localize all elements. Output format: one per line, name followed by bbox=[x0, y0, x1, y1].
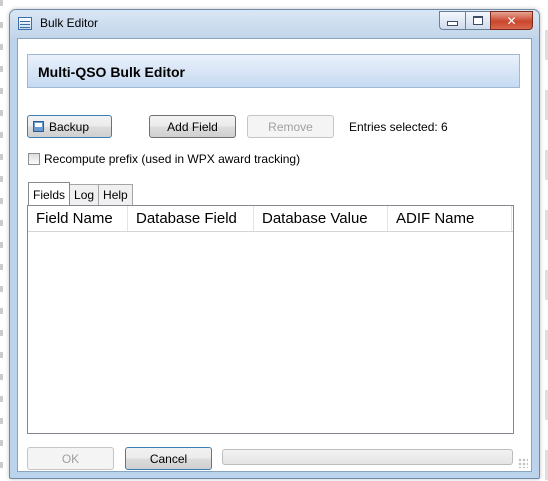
header-band: Multi-QSO Bulk Editor bbox=[27, 54, 520, 88]
tab-help[interactable]: Help bbox=[98, 184, 133, 205]
ok-button[interactable]: OK bbox=[27, 447, 114, 470]
cancel-button-label: Cancel bbox=[149, 451, 188, 466]
ok-button-label: OK bbox=[61, 451, 80, 466]
minimize-icon bbox=[447, 21, 458, 26]
resize-grip[interactable] bbox=[518, 458, 528, 468]
remove-button-label: Remove bbox=[268, 119, 313, 134]
table-header: Field Name Database Field Database Value… bbox=[28, 206, 513, 232]
title-bar[interactable]: Bulk Editor ✕ bbox=[10, 10, 539, 38]
recompute-prefix-checkbox[interactable] bbox=[28, 153, 40, 165]
bulk-editor-window: Bulk Editor ✕ Multi-QSO Bulk Editor Back… bbox=[9, 9, 540, 479]
remove-button[interactable]: Remove bbox=[247, 115, 334, 138]
add-field-button-label: Add Field bbox=[167, 119, 218, 134]
tab-log[interactable]: Log bbox=[69, 184, 100, 205]
floppy-disk-icon bbox=[33, 121, 44, 132]
window-icon[interactable] bbox=[18, 17, 32, 30]
dialog-client-area: Multi-QSO Bulk Editor Backup Add Field R… bbox=[17, 38, 532, 472]
cancel-button[interactable]: Cancel bbox=[125, 447, 212, 470]
backup-button-label: Backup bbox=[49, 119, 90, 134]
page-title: Multi-QSO Bulk Editor bbox=[38, 64, 185, 80]
close-button[interactable]: ✕ bbox=[490, 11, 533, 30]
recompute-prefix-option[interactable]: Recompute prefix (used in WPX award trac… bbox=[28, 152, 300, 166]
tab-fields[interactable]: Fields bbox=[28, 182, 71, 205]
entries-selected-text: Entries selected: 6 bbox=[349, 120, 448, 134]
tab-strip: Fields Log Help bbox=[28, 182, 133, 205]
column-header-database-field[interactable]: Database Field bbox=[128, 206, 254, 231]
column-header-database-value[interactable]: Database Value bbox=[254, 206, 388, 231]
backup-button[interactable]: Backup bbox=[27, 115, 112, 138]
maximize-button[interactable] bbox=[465, 11, 490, 30]
progress-bar bbox=[222, 449, 513, 465]
fields-table[interactable]: Field Name Database Field Database Value… bbox=[27, 205, 514, 434]
close-icon: ✕ bbox=[506, 13, 517, 28]
column-header-adif-name[interactable]: ADIF Name bbox=[388, 206, 512, 231]
caption-buttons: ✕ bbox=[439, 11, 533, 30]
column-header-field-name[interactable]: Field Name bbox=[28, 206, 128, 231]
maximize-icon bbox=[473, 16, 483, 25]
minimize-button[interactable] bbox=[439, 11, 465, 30]
recompute-prefix-label: Recompute prefix (used in WPX award trac… bbox=[44, 152, 301, 166]
window-title: Bulk Editor bbox=[40, 16, 99, 30]
background-edge-left bbox=[0, 0, 3, 481]
add-field-button[interactable]: Add Field bbox=[149, 115, 236, 138]
